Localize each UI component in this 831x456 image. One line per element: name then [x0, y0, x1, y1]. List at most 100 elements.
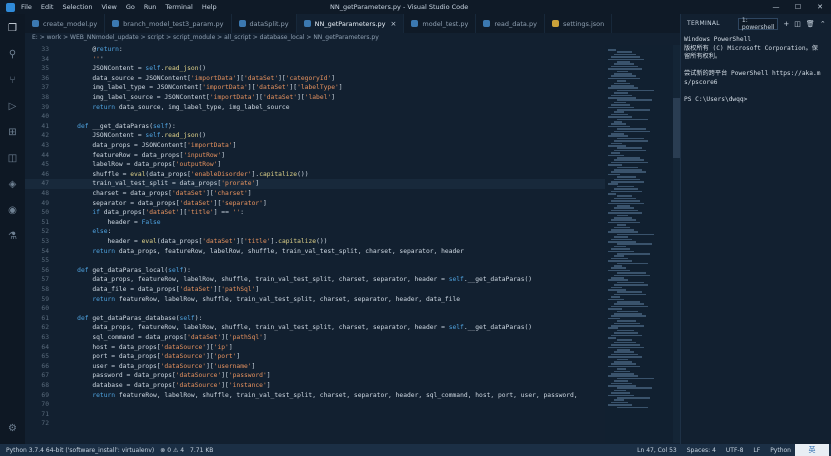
close-window-icon[interactable]: ✕ [809, 0, 831, 14]
code-line[interactable]: 69 return featureRow, labelRow, shuffle,… [25, 391, 605, 401]
code-line[interactable]: 65 port = data_props['dataSource']['port… [25, 352, 605, 362]
code-line[interactable]: 67 password = data_props['dataSource']['… [25, 371, 605, 381]
code-line[interactable]: 61 def get_dataParas_database(self): [25, 314, 605, 324]
code-line[interactable]: 38 img_label_source = JSONContent['impor… [25, 93, 605, 103]
menu-view[interactable]: View [101, 3, 116, 11]
tab-model-test-py[interactable]: model_test.py [404, 14, 477, 33]
scrollbar-thumb[interactable] [673, 98, 680, 158]
code-line[interactable]: 40 [25, 112, 605, 122]
tab-nn-getparameters-py[interactable]: NN_getParameters.py × [296, 14, 405, 33]
line-ending[interactable]: LF [753, 447, 760, 454]
line-number: 44 [41, 151, 49, 159]
search-icon[interactable]: ⚲ [6, 48, 19, 61]
kill-terminal-icon[interactable]: 🗑 [806, 20, 815, 28]
code-line[interactable]: 66 user = data_props['dataSource']['user… [25, 362, 605, 372]
code-text: else: [92, 228, 112, 236]
code-line[interactable]: 70 [25, 400, 605, 410]
menu-file[interactable]: File [21, 3, 32, 11]
code-line[interactable]: 60 [25, 304, 605, 314]
cursor-position[interactable]: Ln 47, Col 53 [637, 447, 677, 454]
testing-icon[interactable]: ⚗ [6, 230, 19, 243]
code-line[interactable]: 47 train_val_test_split = data_props['pr… [25, 179, 605, 189]
code-line[interactable]: 46 shuffle = eval(data_props['enableDiso… [25, 170, 605, 180]
code-line[interactable]: 58 data_file = data_props['dataSet']['pa… [25, 285, 605, 295]
tab-settings-json[interactable]: settings.json [545, 14, 613, 33]
code-line[interactable]: 45 labelRow = data_props['outputRow'] [25, 160, 605, 170]
terminal-tab-label[interactable]: TERMINAL [687, 20, 720, 27]
tab-create-model-py[interactable]: create_model.py [25, 14, 106, 33]
tab-datasplit-py[interactable]: dataSplit.py [232, 14, 297, 33]
explorer-icon[interactable]: ❐ [6, 22, 19, 35]
code-line[interactable]: 34 ''' [25, 55, 605, 65]
minimap-line [617, 291, 642, 293]
split-terminal-icon[interactable]: ◫ [794, 20, 801, 28]
code-line[interactable]: 64 host = data_props['dataSource']['ip'] [25, 343, 605, 353]
python-file-icon [32, 20, 39, 27]
tab-branch-model-test3-param-py[interactable]: branch_model_test3_param.py [105, 14, 232, 33]
tab-label: read_data.py [494, 19, 537, 28]
problems-count[interactable]: ⊗ 0 ⚠ 4 [160, 447, 184, 454]
code-line[interactable]: 62 data_props, featureRow, labelRow, shu… [25, 323, 605, 333]
minimap[interactable] [605, 45, 675, 443]
code-line[interactable]: 55 [25, 256, 605, 266]
code-line[interactable]: 50 if data_props['dataSet']['title'] == … [25, 208, 605, 218]
remote-explorer-icon[interactable]: ◫ [6, 152, 19, 165]
new-terminal-icon[interactable]: + [783, 20, 789, 28]
minimap-line [614, 121, 622, 123]
breadcrumb[interactable]: E: > work > WEB_NNmodel_update > script … [32, 34, 672, 45]
extensions-icon[interactable]: ⊞ [6, 126, 19, 139]
terminal-header: TERMINAL 1: powershell + ◫ 🗑 ⌃ ✕ [681, 14, 831, 33]
code-line[interactable]: 51 header = False [25, 218, 605, 228]
code-line[interactable]: 36 data_source = JSONContent['importData… [25, 74, 605, 84]
code-editor[interactable]: 33 @return: 34 ''' 35 JSONContent = self.r… [25, 45, 605, 443]
code-line[interactable]: 48 charset = data_props['dataSet']['char… [25, 189, 605, 199]
code-line[interactable]: 59 return featureRow, labelRow, shuffle,… [25, 295, 605, 305]
title-bar: File Edit Selection View Go Run Terminal Help N… [0, 0, 831, 14]
source-control-icon[interactable]: ⑂ [6, 74, 19, 87]
menu-help[interactable]: Help [202, 3, 217, 11]
code-line[interactable]: 53 header = eval(data_props['dataSet']['… [25, 237, 605, 247]
code-line[interactable]: 52 else: [25, 227, 605, 237]
indentation[interactable]: Spaces: 4 [687, 447, 716, 454]
code-line[interactable]: 49 separator = data_props['dataSet']['se… [25, 199, 605, 209]
code-line[interactable]: 37 img_label_type = JSONContent['importD… [25, 83, 605, 93]
maximize-panel-icon[interactable]: ⌃ [820, 20, 826, 28]
code-line[interactable]: 41 def __get_dataParas(self): [25, 122, 605, 132]
minimap-line [608, 193, 616, 195]
code-line[interactable]: 54 return data_props, featureRow, labelR… [25, 247, 605, 257]
run-debug-icon[interactable]: ▷ [6, 100, 19, 113]
minimap-line [608, 394, 634, 397]
menu-go[interactable]: Go [126, 3, 135, 11]
code-line[interactable]: 56 def get_dataParas_local(self): [25, 266, 605, 276]
code-line[interactable]: 43 data_props = JSONContent['importData'… [25, 141, 605, 151]
menu-selection[interactable]: Selection [62, 3, 92, 11]
settings-gear-icon[interactable]: ⚙ [6, 422, 19, 435]
code-line[interactable]: 57 data_props, featureRow, labelRow, shu… [25, 275, 605, 285]
minimap-line [611, 161, 648, 164]
terminal-output[interactable]: Windows PowerShell 版权所有 (C) Microsoft Cor… [684, 36, 830, 105]
docker-icon[interactable]: ◈ [6, 178, 19, 191]
code-line[interactable]: 72 [25, 419, 605, 429]
live-share-icon[interactable]: ◉ [6, 204, 19, 217]
code-line[interactable]: 71 [25, 410, 605, 420]
terminal-select[interactable]: 1: powershell [737, 17, 779, 31]
code-line[interactable]: 68 database = data_props['dataSource']['… [25, 381, 605, 391]
code-line[interactable]: 44 featureRow = data_props['inputRow'] [25, 151, 605, 161]
code-line[interactable]: 35 JSONContent = self.read_json() [25, 64, 605, 74]
ime-indicator[interactable]: 英 [795, 444, 829, 456]
code-line[interactable]: 42 JSONContent = self.read_json() [25, 131, 605, 141]
menu-terminal[interactable]: Terminal [165, 3, 192, 11]
code-line[interactable]: 39 return data_source, img_label_type, i… [25, 103, 605, 113]
maximize-icon[interactable]: ☐ [787, 0, 809, 14]
encoding[interactable]: UTF-8 [726, 447, 744, 454]
menu-edit[interactable]: Edit [41, 3, 54, 11]
minimap-line [617, 166, 638, 169]
close-tab-icon[interactable]: × [391, 20, 397, 28]
menu-run[interactable]: Run [144, 3, 156, 11]
tab-read-data-py[interactable]: read_data.py [476, 14, 545, 33]
code-line[interactable]: 33 @return: [25, 45, 605, 55]
language-mode[interactable]: Python [770, 447, 791, 454]
minimize-icon[interactable]: — [765, 0, 787, 14]
python-interpreter[interactable]: Python 3.7.4 64-bit ('software_install':… [6, 447, 154, 454]
code-line[interactable]: 63 sql_command = data_props['dataSet']['… [25, 333, 605, 343]
